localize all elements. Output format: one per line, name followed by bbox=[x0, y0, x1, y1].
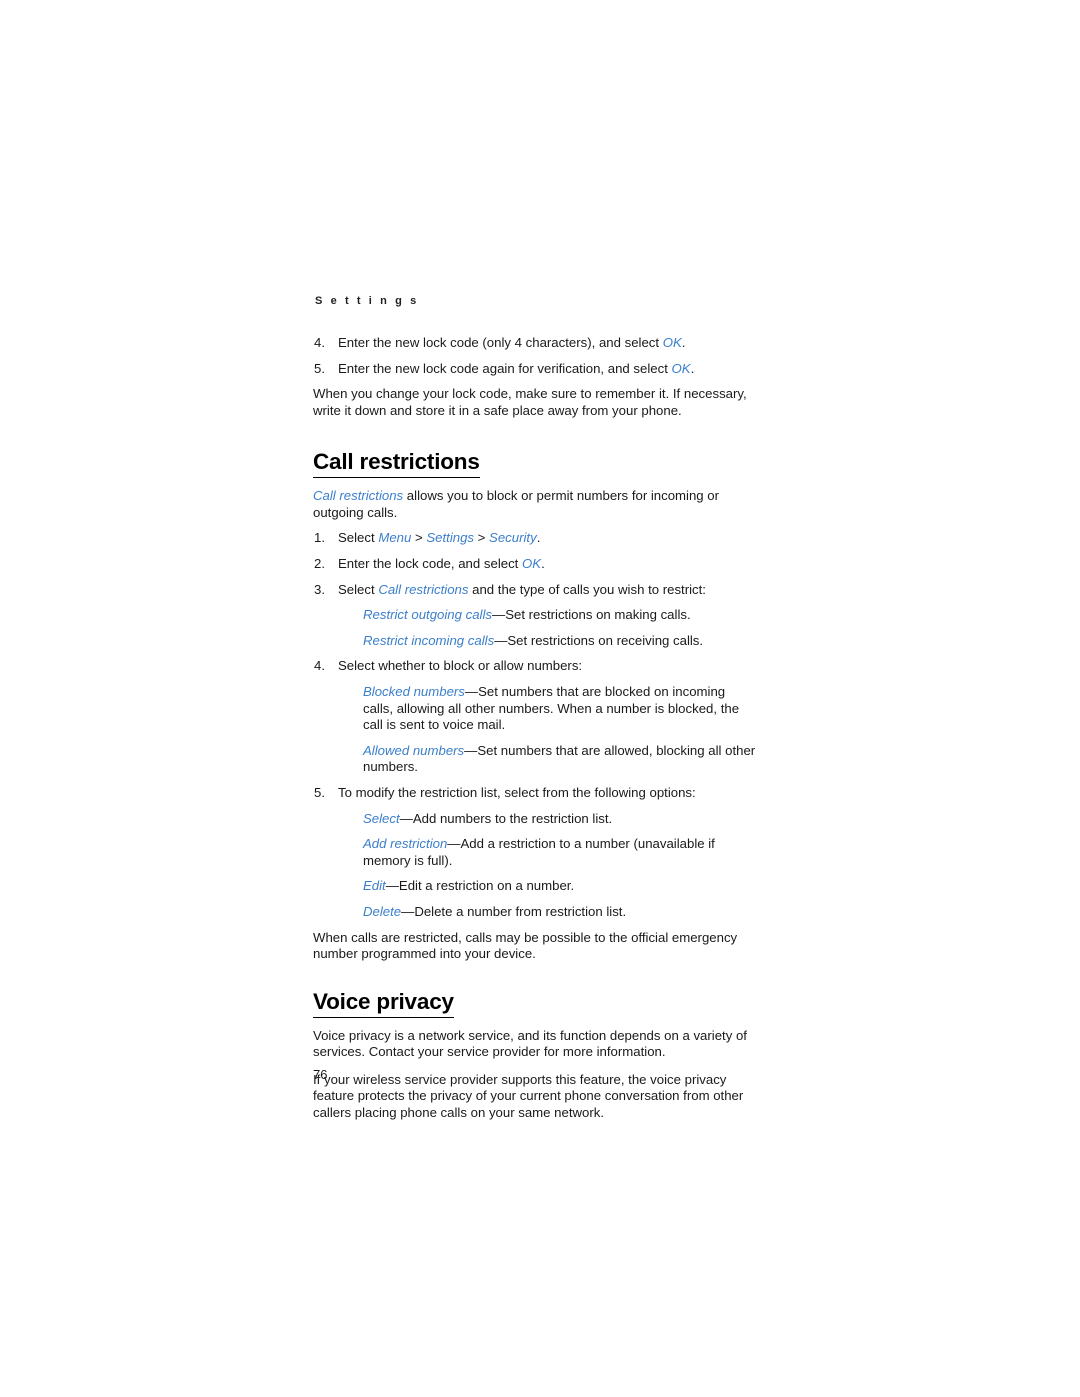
step-lead: Select whether to block or allow numbers… bbox=[338, 658, 583, 674]
step-lead: To modify the restriction list, select f… bbox=[338, 784, 696, 800]
ui-term: Edit bbox=[363, 878, 386, 894]
list-item: 2. Enter the lock code, and select OK. bbox=[313, 556, 757, 573]
option-item: Blocked numbers—Set numbers that are blo… bbox=[363, 684, 757, 734]
option-desc: Add numbers to the restriction list. bbox=[412, 810, 613, 826]
option-desc: Edit a restriction on a number. bbox=[398, 878, 575, 894]
ui-term: Blocked numbers bbox=[363, 684, 465, 699]
option-item: Delete—Delete a number from restriction … bbox=[363, 904, 757, 921]
document-page: S e t t i n g s 4. Enter the new lock cod… bbox=[0, 0, 1080, 1397]
step-text: Enter the new lock code again for verifi… bbox=[338, 360, 672, 376]
page-title-call-restrictions: Call restrictions bbox=[313, 449, 480, 479]
ui-term: Call restrictions bbox=[378, 581, 469, 597]
option-desc: Set restrictions on making calls. bbox=[505, 607, 691, 623]
ui-term: Restrict outgoing calls bbox=[363, 607, 493, 623]
page-title-voice-privacy: Voice privacy bbox=[313, 989, 454, 1018]
option-item: Add restriction—Add a restriction to a n… bbox=[363, 836, 757, 869]
ui-term: OK bbox=[662, 335, 682, 350]
option-desc: Set restrictions on receiving calls. bbox=[507, 632, 704, 648]
path-separator: > bbox=[474, 530, 490, 546]
step-number: 5. bbox=[314, 360, 325, 376]
step-text-tail: . bbox=[690, 360, 695, 376]
page-number: 76 bbox=[313, 1067, 328, 1082]
lock-code-note: When you change your lock code, make sur… bbox=[313, 386, 747, 418]
option-dash: — bbox=[464, 684, 479, 699]
option-dash: — bbox=[401, 903, 415, 919]
ui-term-settings: Settings bbox=[426, 530, 475, 546]
option-item: Allowed numbers—Set numbers that are all… bbox=[363, 743, 757, 776]
step-number: 1. bbox=[314, 530, 325, 546]
ui-term: Delete bbox=[363, 903, 402, 919]
option-dash: — bbox=[494, 632, 508, 648]
option-item: Restrict incoming calls—Set restrictions… bbox=[363, 633, 757, 650]
ui-term: Restrict incoming calls bbox=[363, 632, 495, 648]
step-number: 5. bbox=[314, 784, 325, 800]
ui-term: Allowed numbers bbox=[363, 742, 465, 758]
ui-term-security: Security bbox=[489, 530, 537, 546]
step-number: 4. bbox=[314, 658, 325, 674]
list-item: 5. Enter the new lock code again for veri… bbox=[313, 361, 757, 378]
top-step-list: 4. Enter the new lock code (only 4 charac… bbox=[313, 335, 757, 377]
step-number: 3. bbox=[314, 581, 325, 597]
option-dash: — bbox=[447, 836, 461, 852]
step-text-tail: . bbox=[681, 335, 686, 350]
option-desc: Delete a number from restriction list. bbox=[414, 903, 627, 919]
option-item: Select—Add numbers to the restriction li… bbox=[363, 811, 757, 828]
step-period: . bbox=[536, 530, 541, 546]
running-head: S e t t i n g s bbox=[315, 295, 419, 307]
call-restrictions-closing: When calls are restricted, calls may be … bbox=[313, 929, 738, 962]
voice-privacy-paragraph-1: Voice privacy is a network service, and … bbox=[313, 1027, 747, 1060]
option-dash: — bbox=[492, 607, 506, 623]
path-separator: > bbox=[411, 530, 427, 546]
call-restrictions-intro: Call restrictions allows you to block or… bbox=[313, 488, 757, 521]
list-item: 1. Select Menu > Settings > Security. bbox=[313, 530, 757, 547]
page-content: S e t t i n g s 4. Enter the new lock cod… bbox=[313, 296, 757, 1133]
list-item: 4. Select whether to block or allow numbe… bbox=[313, 658, 757, 776]
step-period: . bbox=[541, 556, 545, 572]
call-restrictions-step-list: 1. Select Menu > Settings > Security. 2. E… bbox=[313, 530, 757, 920]
list-item: 5. To modify the restriction list, select… bbox=[313, 785, 757, 921]
step-rest: and the type of calls you wish to restri… bbox=[468, 581, 706, 597]
list-item: 4. Enter the new lock code (only 4 charac… bbox=[313, 335, 757, 352]
option-item: Edit—Edit a restriction on a number. bbox=[363, 878, 757, 895]
option-item: Restrict outgoing calls—Set restrictions… bbox=[363, 607, 757, 624]
option-dash: — bbox=[464, 742, 478, 758]
step-lead: Select bbox=[338, 530, 379, 546]
step-number: 2. bbox=[314, 556, 325, 572]
step-lead: Select bbox=[338, 581, 379, 597]
step-number: 4. bbox=[314, 335, 325, 350]
voice-privacy-paragraph-2: If your wireless service provider suppor… bbox=[313, 1071, 744, 1120]
ui-term: Call restrictions bbox=[313, 488, 404, 504]
option-dash: — bbox=[385, 878, 399, 894]
step-text: Enter the new lock code (only 4 characte… bbox=[338, 335, 663, 350]
ui-term: OK bbox=[671, 360, 691, 376]
option-dash: — bbox=[399, 810, 413, 826]
ui-term-menu: Menu bbox=[378, 530, 412, 546]
call-restrictions-heading-wrap: Call restrictions bbox=[313, 449, 757, 488]
ui-term: Add restriction bbox=[363, 836, 448, 852]
step-lead: Enter the lock code, and select bbox=[338, 556, 523, 572]
voice-privacy-heading-wrap: Voice privacy bbox=[313, 989, 757, 1028]
list-item: 3. Select Call restrictions and the type … bbox=[313, 582, 757, 650]
ui-term: Select bbox=[363, 810, 400, 826]
ui-term: OK bbox=[522, 556, 542, 572]
